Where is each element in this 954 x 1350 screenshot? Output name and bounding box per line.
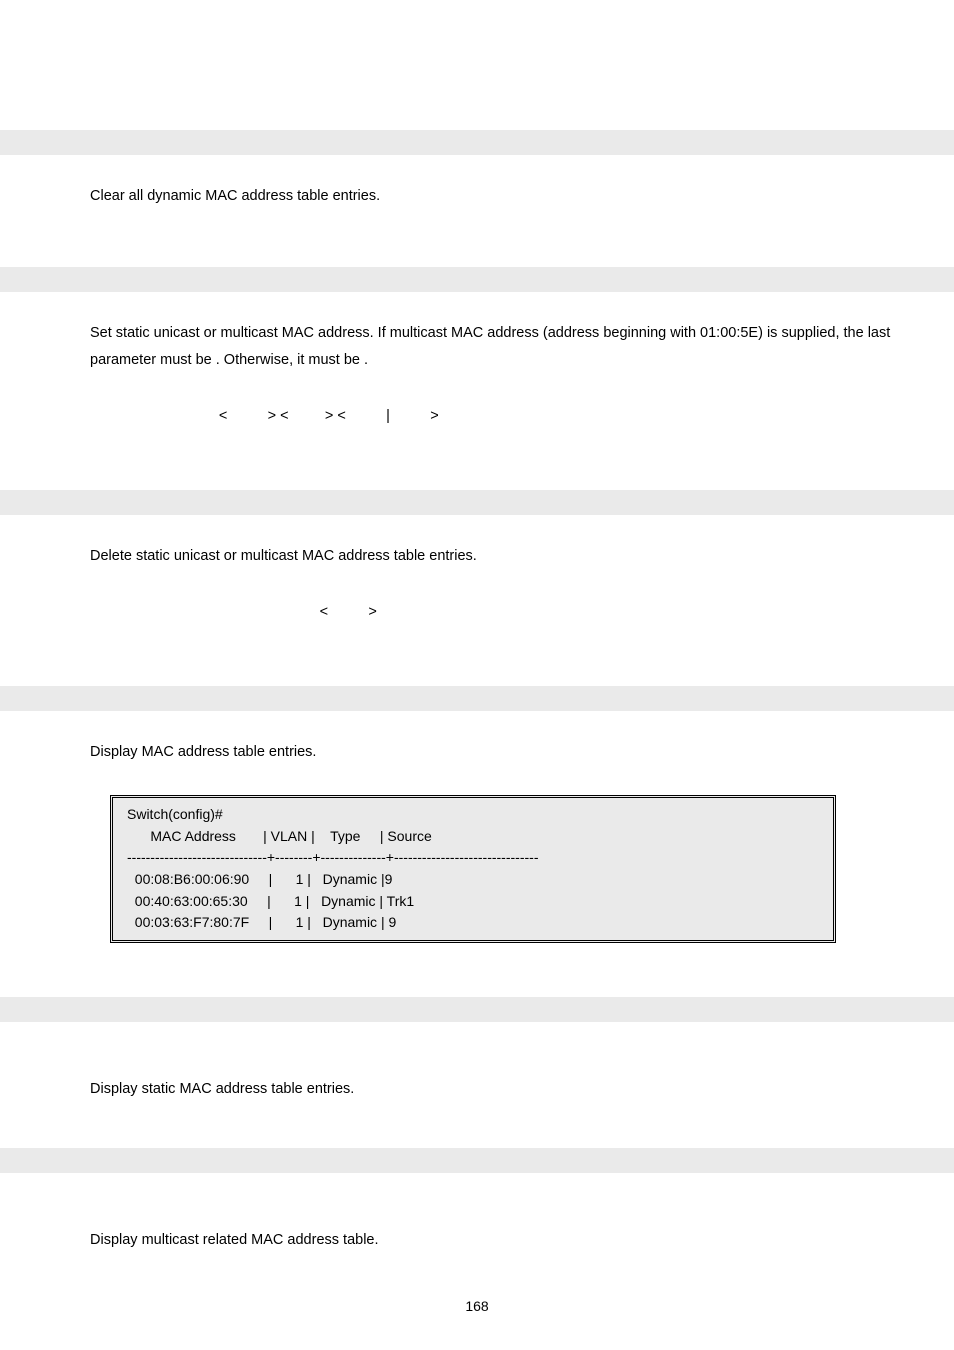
page-number: 168: [0, 1293, 954, 1320]
section-4-para: Display MAC address table entries.: [0, 739, 954, 767]
section-heading-bar: [0, 997, 954, 1022]
table-header: MAC Address | VLAN | Type | Source: [127, 828, 432, 844]
table-row: 00:08:B6:00:06:90 | 1 | Dynamic |9: [127, 871, 392, 887]
section-heading-bar: [0, 130, 954, 155]
section-heading-bar: [0, 1148, 954, 1173]
terminal-output-box: Switch(config)# MAC Address | VLAN | Typ…: [110, 795, 836, 943]
section-2-para: Set static unicast or multicast MAC addr…: [0, 320, 954, 375]
section-5-para: Display static MAC address table entries…: [0, 1076, 954, 1104]
text-fragment: .: [364, 352, 368, 368]
section-6-para: Display multicast related MAC address ta…: [0, 1227, 954, 1255]
section-3-syntax: < >: [0, 599, 954, 627]
section-heading-bar: [0, 267, 954, 292]
text-fragment: . Otherwise, it must be: [216, 352, 364, 368]
text-fragment: Set static unicast or multicast MAC addr…: [90, 325, 890, 369]
section-heading-bar: [0, 490, 954, 515]
section-1-para: Clear all dynamic MAC address table entr…: [0, 183, 954, 211]
table-separator: ------------------------------+--------+…: [127, 849, 538, 865]
section-heading-bar: [0, 686, 954, 711]
section-2-syntax: < > < > < | >: [0, 403, 954, 431]
table-row: 00:40:63:00:65:30 | 1 | Dynamic | Trk1: [127, 893, 414, 909]
terminal-prompt: Switch(config)#: [127, 806, 223, 822]
table-row: 00:03:63:F7:80:7F | 1 | Dynamic | 9: [127, 914, 396, 930]
section-3-para: Delete static unicast or multicast MAC a…: [0, 543, 954, 571]
